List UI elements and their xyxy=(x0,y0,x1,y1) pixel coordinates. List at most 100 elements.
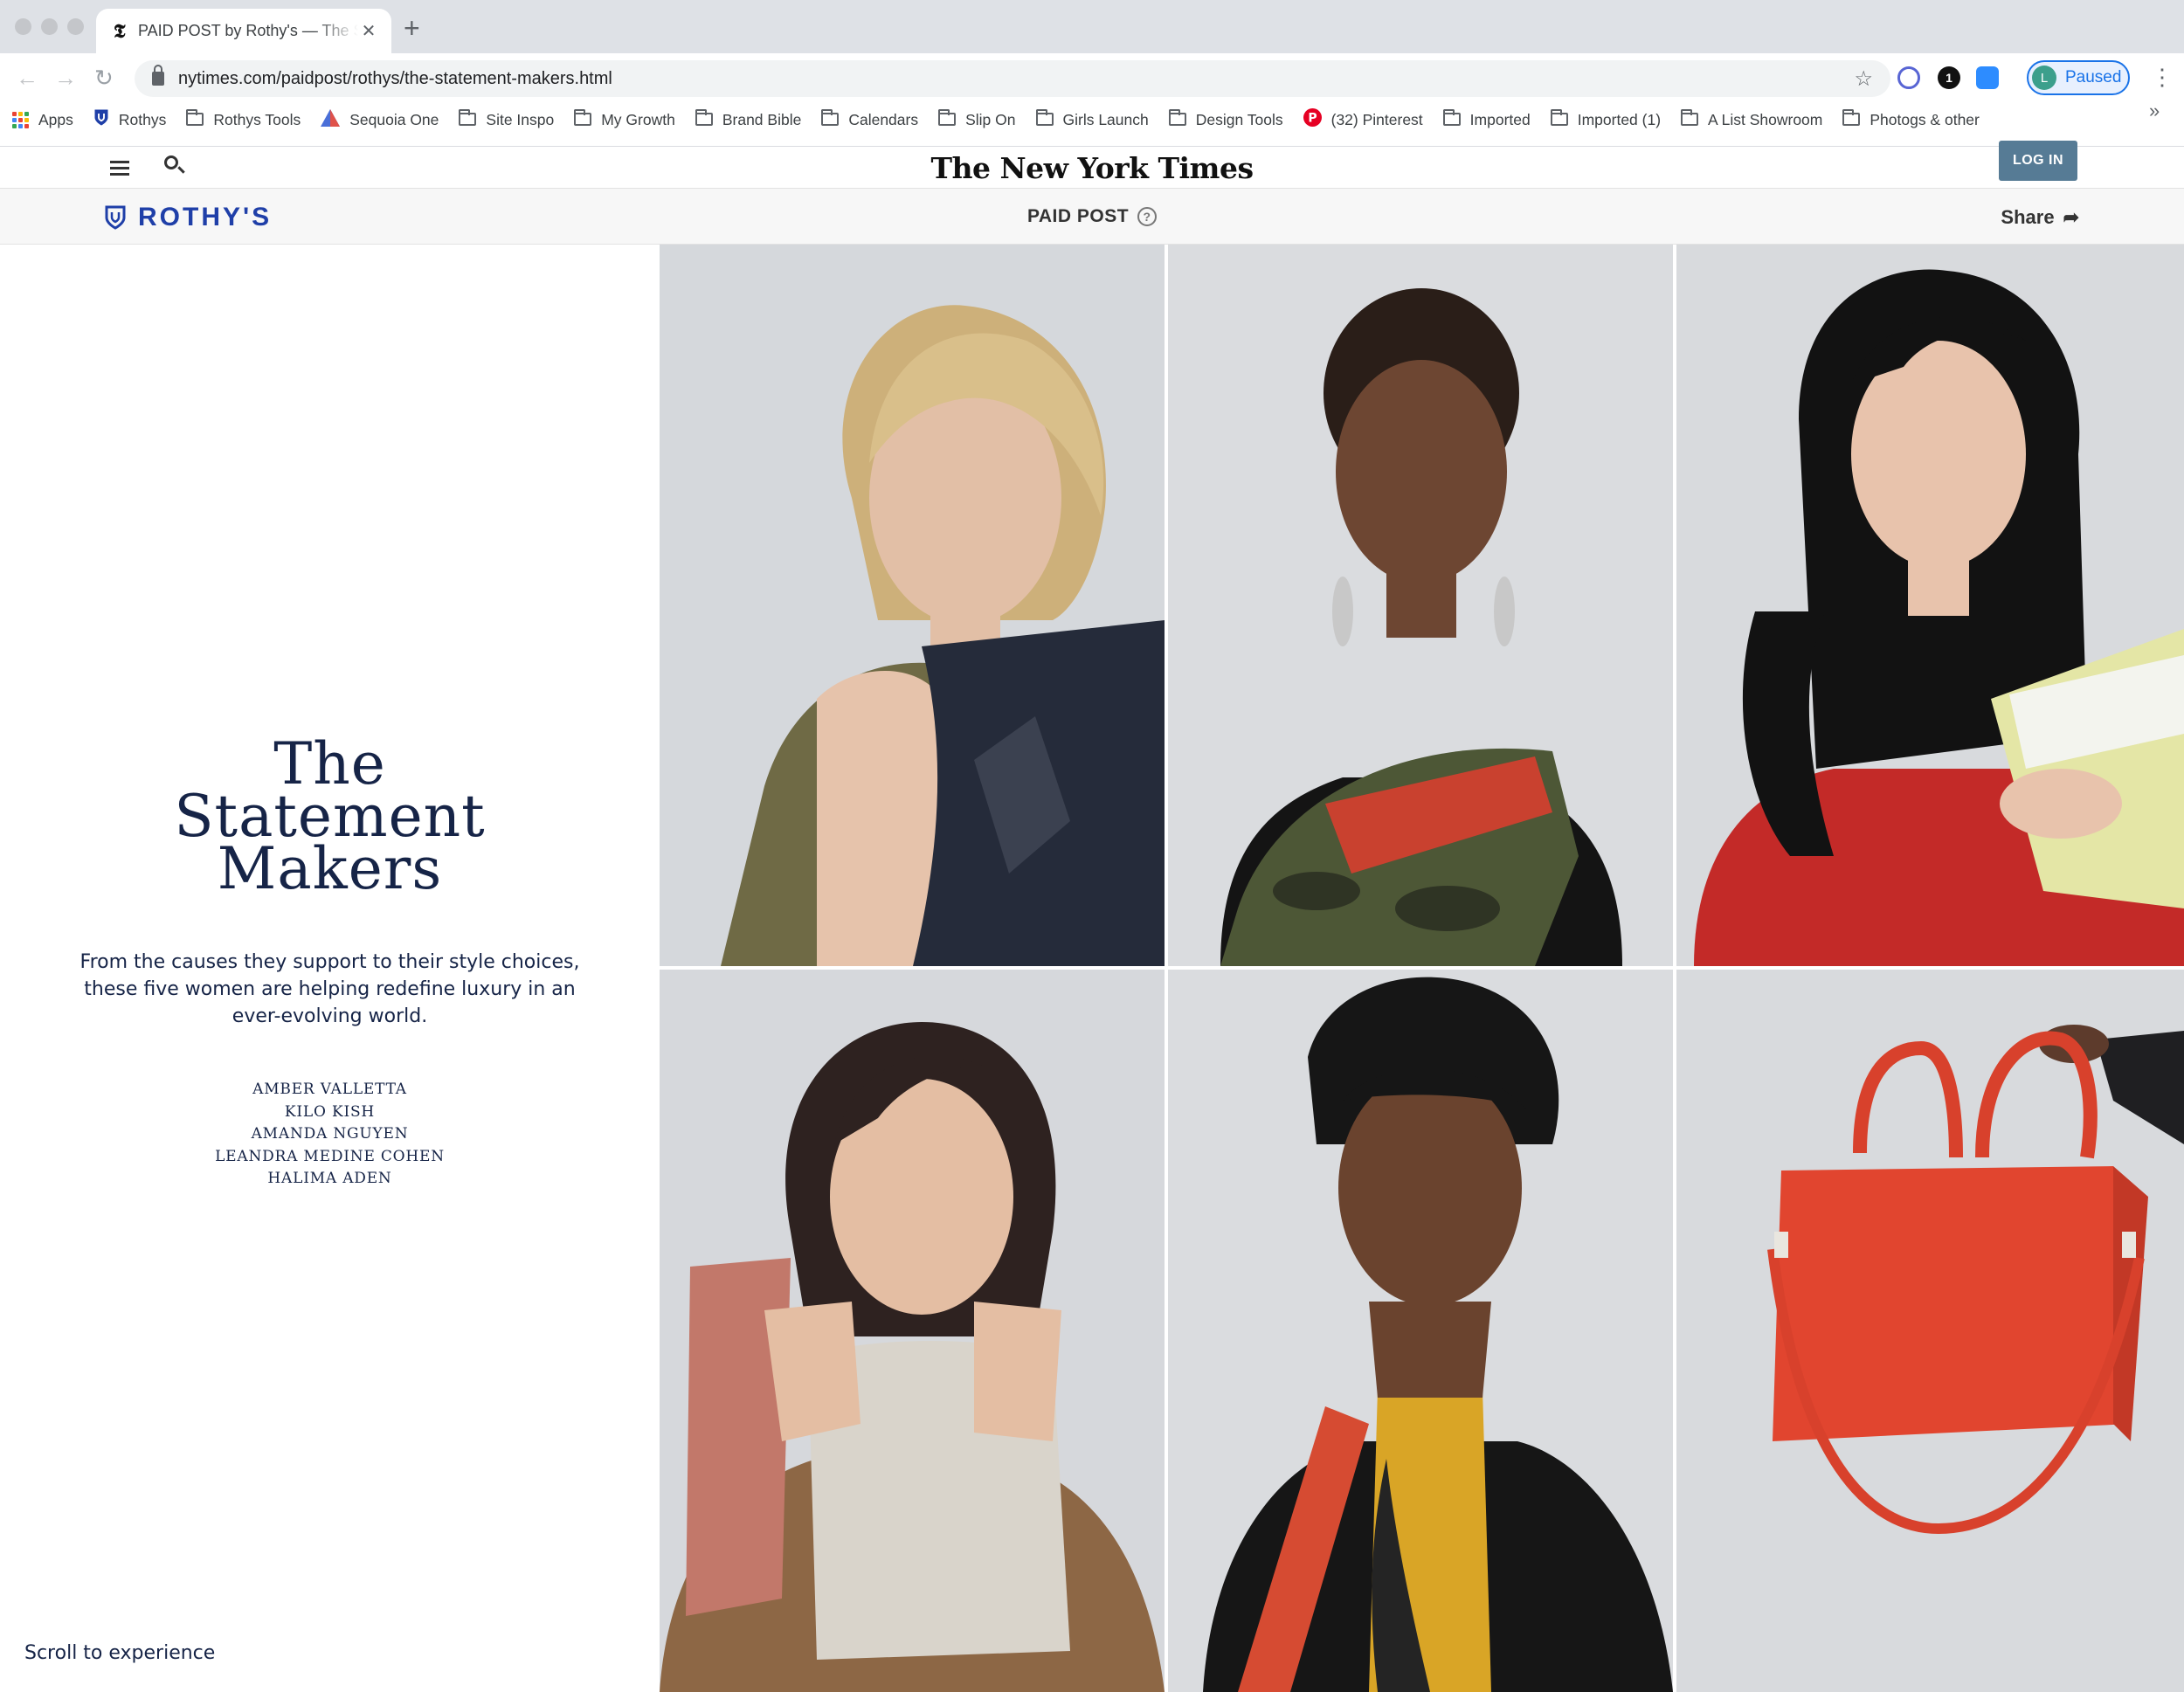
apps-grid-icon xyxy=(12,111,29,128)
featured-names-list: AMBER VALLETTA KILO KISH AMANDA NGUYEN L… xyxy=(0,1079,660,1191)
browser-tab-active[interactable]: 𝕿 PAID POST by Rothy's — The Statement M… xyxy=(96,9,391,53)
product-illustration xyxy=(1767,1025,2184,1535)
folder-icon xyxy=(186,108,204,129)
featured-name: AMANDA NGUYEN xyxy=(251,1125,409,1143)
forward-arrow-icon[interactable]: → xyxy=(54,65,77,92)
folder-icon xyxy=(695,108,713,129)
login-button[interactable]: LOG IN xyxy=(1999,141,2077,181)
portrait-photo-2[interactable] xyxy=(1168,245,1673,966)
folder-icon xyxy=(1550,108,1568,129)
bookmark-item[interactable]: Design Tools xyxy=(1168,108,1283,129)
help-icon[interactable]: ? xyxy=(1137,207,1158,226)
bookmark-label: Calendars xyxy=(848,110,919,128)
scroll-cta: Scroll to experience xyxy=(24,1642,216,1664)
avatar: L xyxy=(2032,66,2056,90)
portrait-photo-3[interactable] xyxy=(1676,245,2184,966)
folder-icon xyxy=(1681,108,1699,129)
lock-icon xyxy=(152,65,164,86)
bookmark-label: Brand Bible xyxy=(722,110,802,128)
bookmark-label: Rothys xyxy=(118,110,167,128)
url-text[interactable]: nytimes.com/paidpost/rothys/the-statemen… xyxy=(178,69,1854,89)
portrait-illustration xyxy=(1220,288,1622,966)
bookmark-item[interactable]: P (32) Pinterest xyxy=(1303,108,1423,131)
bookmark-label: (32) Pinterest xyxy=(1330,110,1423,128)
portrait-photo-1[interactable] xyxy=(660,245,1165,966)
zoom-extension-icon[interactable] xyxy=(1976,66,1999,89)
bookmark-item[interactable]: Slip On xyxy=(938,108,1016,129)
bookmark-item[interactable]: Brand Bible xyxy=(695,108,802,129)
bookmark-item[interactable]: Calendars xyxy=(821,108,919,129)
folder-icon xyxy=(821,108,840,129)
bookmark-label: My Growth xyxy=(601,110,675,128)
featured-name: AMBER VALLETTA xyxy=(252,1081,407,1098)
folder-icon xyxy=(459,108,477,129)
address-bar[interactable]: nytimes.com/paidpost/rothys/the-statemen… xyxy=(135,60,1890,97)
portrait-illustration xyxy=(660,1022,1165,1692)
portrait-illustration xyxy=(1694,269,2184,966)
bookmark-label: Sequoia One xyxy=(349,110,439,128)
bookmark-item[interactable]: Site Inspo xyxy=(459,108,555,129)
paid-post-label: PAID POST ? xyxy=(0,189,2184,245)
back-arrow-icon[interactable]: ← xyxy=(16,65,38,92)
portrait-illustration xyxy=(1203,977,1673,1692)
featured-name: LEANDRA MEDINE COHEN xyxy=(215,1147,445,1165)
paid-post-bar: ROTHY'S PAID POST ? Share ➦ xyxy=(0,189,2184,245)
browser-toolbar: ← → ↻ nytimes.com/paidpost/rothys/the-st… xyxy=(0,53,2184,147)
bookmark-item[interactable]: My Growth xyxy=(574,108,675,129)
portrait-photo-5[interactable] xyxy=(1168,970,1673,1692)
folder-icon xyxy=(1442,108,1461,129)
bookmarks-overflow-icon[interactable]: » xyxy=(2149,100,2160,122)
window-minimize-button[interactable] xyxy=(41,18,58,35)
profile-button[interactable]: L Paused xyxy=(2027,60,2130,95)
share-label: Share xyxy=(2001,206,2055,228)
bookmark-label: Girls Launch xyxy=(1062,110,1149,128)
nyt-masthead-logo[interactable]: The New York Times xyxy=(0,147,2184,189)
featured-name: KILO KISH xyxy=(284,1102,376,1121)
bookmark-item[interactable]: Sequoia One xyxy=(321,108,439,131)
share-button[interactable]: Share ➦ xyxy=(2001,206,2079,229)
extension-one-password-icon[interactable]: 1 xyxy=(1938,66,1960,89)
bookmark-label: Rothys Tools xyxy=(213,110,301,128)
page-title: The Statement Makers xyxy=(0,736,660,902)
portrait-grid xyxy=(660,245,2184,1692)
close-tab-icon[interactable]: ✕ xyxy=(358,20,379,42)
share-arrow-icon: ➦ xyxy=(2063,206,2079,228)
bookmark-item[interactable]: A List Showroom xyxy=(1681,108,1823,129)
bookmark-label: Apps xyxy=(38,110,73,128)
pinterest-icon: P xyxy=(1303,108,1322,131)
svg-text:P: P xyxy=(1308,112,1317,126)
bookmark-item[interactable]: Apps xyxy=(12,111,73,129)
new-tab-button[interactable]: + xyxy=(404,12,420,45)
bookmark-item[interactable]: Rothys xyxy=(93,108,166,131)
bookmark-item[interactable]: Girls Launch xyxy=(1035,108,1149,129)
bookmark-label: A List Showroom xyxy=(1708,110,1823,128)
folder-icon xyxy=(1168,108,1186,129)
browser-tab-strip: 𝕿 PAID POST by Rothy's — The Statement M… xyxy=(0,0,2184,53)
tab-title: PAID POST by Rothy's — The Statement Mak… xyxy=(138,22,358,39)
title-line: Makers xyxy=(217,835,443,902)
intro-dek: From the causes they support to their st… xyxy=(79,951,580,1027)
bookmark-item[interactable]: Rothys Tools xyxy=(186,108,301,129)
window-zoom-button[interactable] xyxy=(67,18,84,35)
nyt-header: The New York Times xyxy=(0,147,2184,189)
intro-panel: The Statement Makers From the causes the… xyxy=(0,245,660,1692)
bookmark-label: Site Inspo xyxy=(486,110,555,128)
portrait-photo-4[interactable] xyxy=(660,970,1165,1692)
portrait-illustration xyxy=(721,305,1165,966)
nyt-t-icon: 𝕿 xyxy=(114,19,126,43)
portrait-photo-6[interactable] xyxy=(1676,970,2184,1692)
bookmark-label: Slip On xyxy=(965,110,1016,128)
bookmark-item[interactable]: Photogs & other xyxy=(1842,108,1980,129)
extension-circle-icon[interactable] xyxy=(1897,66,1920,89)
folder-icon xyxy=(574,108,592,129)
reload-icon[interactable]: ↻ xyxy=(94,65,114,92)
featured-name: HALIMA ADEN xyxy=(267,1170,392,1187)
bookmark-star-icon[interactable]: ☆ xyxy=(1854,66,1873,92)
bookmarks-bar: Apps Rothys Rothys Tools Sequoia One Site In… xyxy=(12,102,2000,137)
bookmark-label: Design Tools xyxy=(1195,110,1283,128)
rothys-shield-icon xyxy=(93,108,109,131)
browser-menu-icon[interactable]: ⋮ xyxy=(2151,64,2174,91)
bookmark-item[interactable]: Imported xyxy=(1442,108,1531,129)
window-close-button[interactable] xyxy=(15,18,31,35)
bookmark-item[interactable]: Imported (1) xyxy=(1550,108,1661,129)
